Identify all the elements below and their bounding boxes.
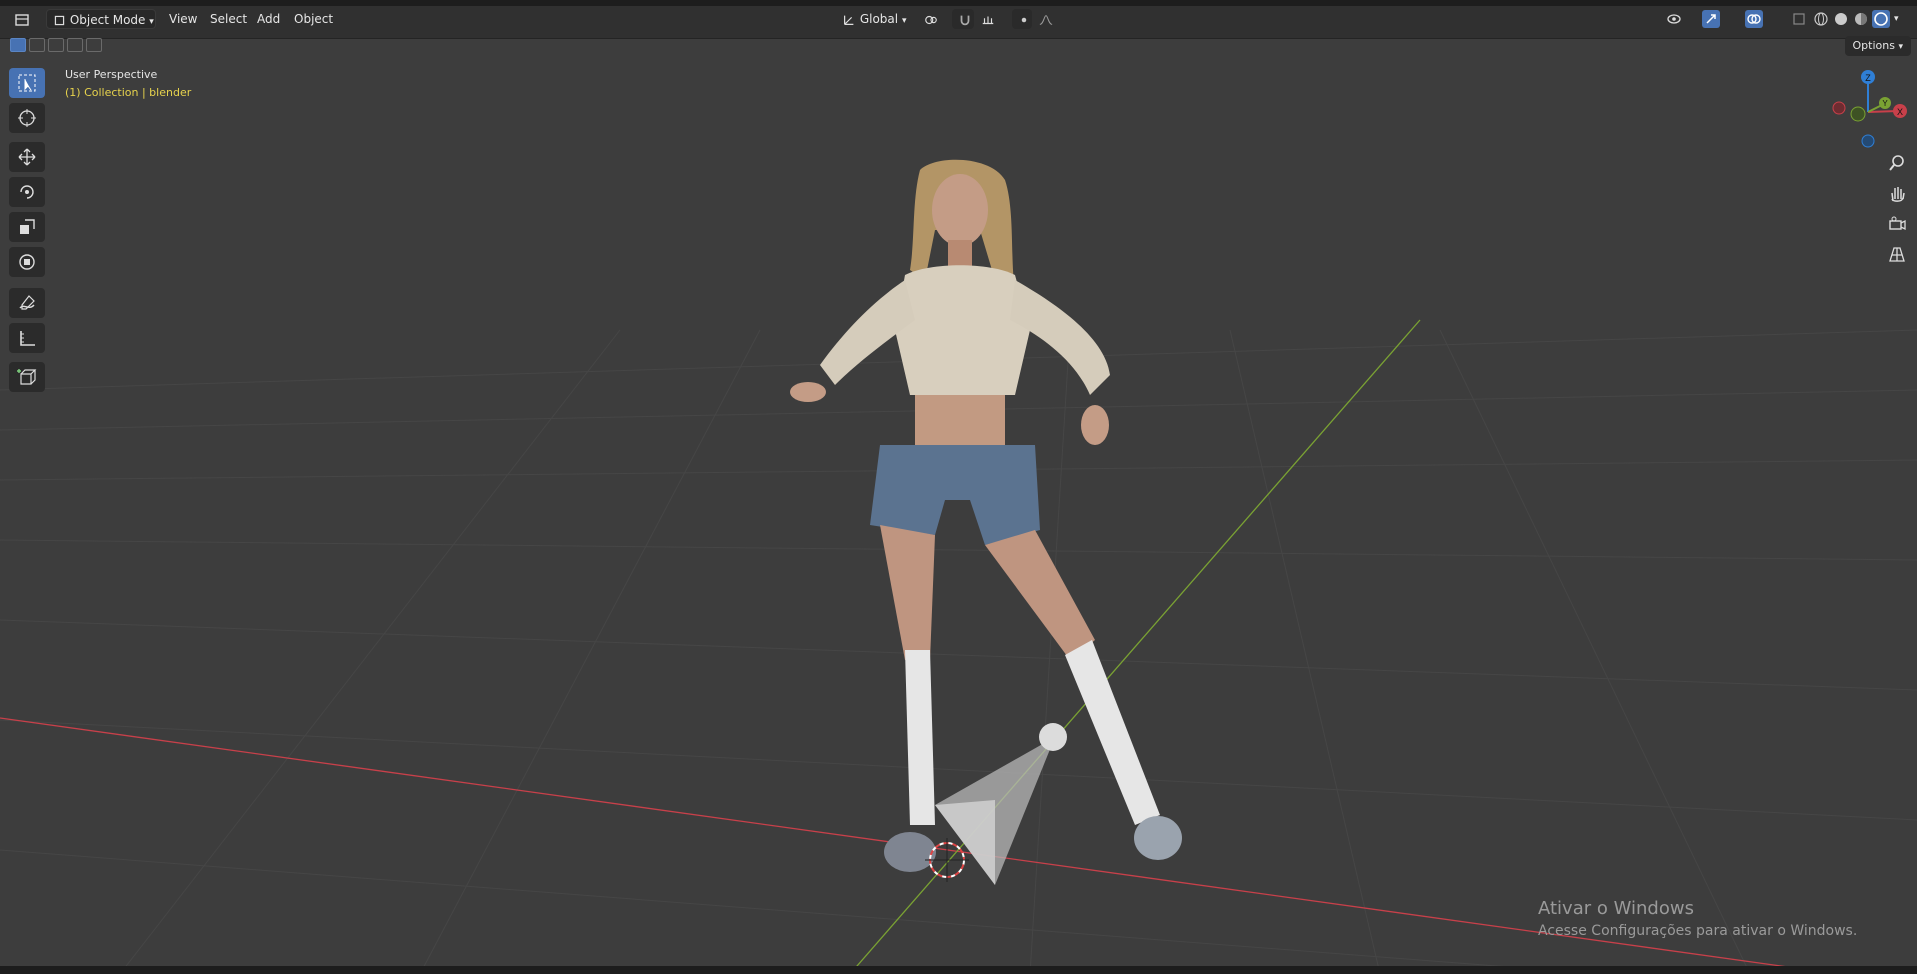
chevron-down-icon: ▾ [901,16,907,26]
menu-add[interactable]: Add [257,9,280,29]
snap-toggle[interactable] [952,9,974,29]
gizmo-x-label: X [1897,107,1903,117]
chevron-down-icon: ▾ [1898,42,1903,52]
zoom-icon [1889,155,1904,171]
options-label: Options [1852,39,1895,52]
gizmo-y-label: Y [1882,99,1888,108]
tool-add-cube[interactable] [9,362,45,392]
select-box-icon [18,74,36,92]
transform-icon [19,254,35,270]
camera-view-icon [1889,216,1906,231]
chevron-down-icon: ▾ [149,17,154,27]
add-cube-icon [17,369,37,385]
tool-measure[interactable] [9,323,45,353]
tool-rotate[interactable] [9,177,45,207]
orientation-label: Global [859,12,899,26]
xray-toggle[interactable] [1790,10,1808,28]
transform-orientation-icon [844,15,854,25]
tool-scale[interactable] [9,212,45,242]
windows-activation-title: Ativar o Windows [1538,898,1694,919]
collection-info: (1) Collection | blender [65,86,192,99]
shading-rendered[interactable] [1872,10,1890,28]
falloff-dropdown[interactable] [1033,9,1061,29]
shading-solid[interactable] [1832,10,1850,28]
tool-move[interactable] [9,142,45,172]
eye-icon [1667,14,1681,24]
mode-dropdown[interactable]: Object Mode ▾ [46,9,156,29]
pivot-point-dropdown[interactable] [918,9,948,29]
proportional-edit-icon [1021,17,1027,22]
gizmo-icon [1706,14,1716,24]
view-name: User Perspective [65,68,158,81]
navigation-gizmo[interactable]: Z X Y [1824,64,1914,154]
editor-type-icon [15,13,29,26]
light-cone-object[interactable] [935,723,1067,885]
mode-label: Object Mode [69,13,146,27]
overlays-icon [1747,14,1761,24]
material-sphere-icon [1855,13,1867,25]
status-strip [0,966,1917,974]
object-mode-icon [54,15,65,26]
magnet-icon [960,15,970,25]
windows-activation-subtitle: Acesse Configurações para ativar o Windo… [1538,923,1858,939]
shading-wireframe[interactable] [1812,10,1830,28]
top-strip [0,0,1917,6]
overlays-toggle[interactable] [1745,10,1763,28]
snap-increment-icon [982,16,994,24]
gizmo-neg-z[interactable] [1861,134,1875,148]
pivot-icon [925,15,937,24]
editor-type-button[interactable] [8,9,42,29]
rendered-sphere-icon [1874,12,1888,26]
tool-select-box[interactable] [9,68,45,98]
falloff-curve-icon [1039,14,1053,25]
menu-select[interactable]: Select [210,9,247,29]
proportional-edit-toggle[interactable] [1012,9,1032,29]
tool-transform[interactable] [9,247,45,277]
menu-object[interactable]: Object [294,9,333,29]
gizmo-neg-y[interactable] [1850,106,1866,122]
orientation-dropdown[interactable]: Global ▾ [836,9,916,29]
projection-toggle-button[interactable] [1884,241,1910,267]
wireframe-sphere-icon [1814,12,1828,26]
move-icon [18,148,36,166]
menu-view[interactable]: View [169,9,197,29]
zoom-button[interactable] [1884,150,1910,176]
tool-annotate[interactable] [9,288,45,318]
scale-icon [20,219,35,234]
hand-pan-icon [1891,187,1905,202]
viewport-header: Object Mode ▾ View Select Add Object Glo… [0,0,1917,52]
camera-view-button[interactable] [1884,211,1910,237]
snap-target-dropdown[interactable] [975,9,1005,29]
character-model[interactable] [790,159,1182,872]
shading-material[interactable] [1852,10,1870,28]
gizmo-toggle[interactable] [1702,10,1720,28]
cursor-icon [18,109,36,127]
annotate-icon [19,295,35,310]
solid-sphere-icon [1835,13,1847,25]
3d-viewport[interactable] [0,39,1917,974]
xray-icon [1793,13,1805,25]
measure-icon [20,331,35,346]
gizmo-z-label: Z [1865,73,1871,83]
tool-cursor[interactable] [9,103,45,133]
shading-options-chevron-icon[interactable]: ▾ [1894,9,1899,29]
gizmo-neg-x[interactable] [1832,101,1846,115]
grid-view-icon [1889,247,1905,262]
visibility-dropdown[interactable] [1666,10,1684,28]
rotate-icon [20,185,34,199]
pan-button[interactable] [1884,181,1910,207]
options-dropdown[interactable]: Options ▾ [1844,36,1911,56]
